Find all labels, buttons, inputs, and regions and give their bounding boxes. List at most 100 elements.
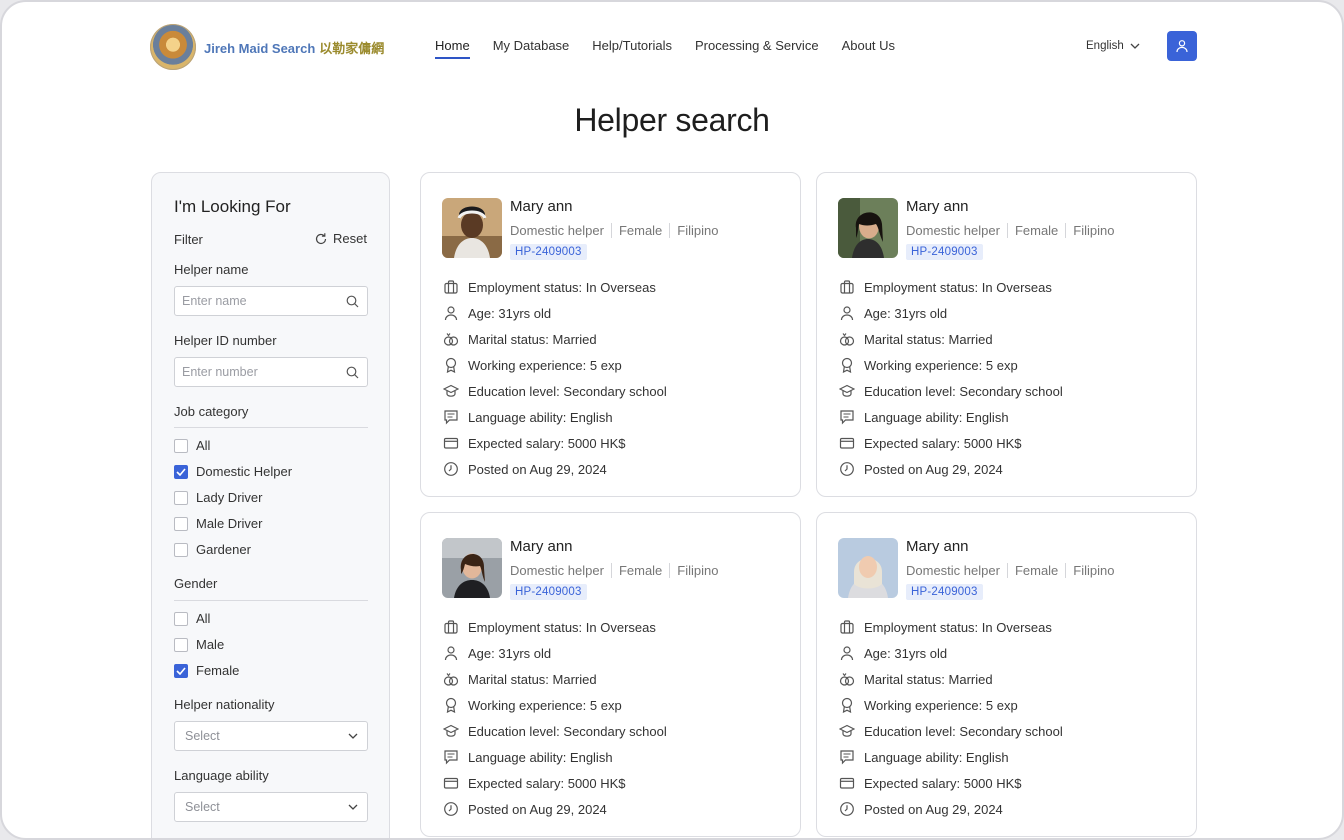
rings-icon	[838, 670, 856, 688]
language-ability-label: Language ability	[174, 768, 269, 783]
detail-text: Age: 31yrs old	[864, 645, 948, 661]
detail-text: Marital status: Married	[864, 331, 993, 347]
helper-name[interactable]: Mary ann	[510, 538, 573, 555]
detail-row: Language ability: English	[442, 744, 667, 770]
checkbox-checked[interactable]	[174, 663, 188, 678]
person-icon	[838, 644, 856, 662]
detail-text: Marital status: Married	[864, 671, 993, 687]
helper-meta: Domestic helper Female Filipino	[510, 563, 725, 578]
gender-all[interactable]: All	[174, 611, 210, 626]
checkbox[interactable]	[174, 516, 188, 531]
detail-text: Language ability: English	[864, 749, 1009, 765]
checkbox-label: Gardener	[196, 542, 251, 557]
nav-my-database[interactable]: My Database	[493, 38, 570, 59]
helper-name[interactable]: Mary ann	[906, 538, 969, 555]
detail-text: Working experience: 5 exp	[864, 357, 1018, 373]
award-icon	[838, 696, 856, 714]
nav-processing-service[interactable]: Processing & Service	[695, 38, 819, 59]
detail-row: Employment status: In Overseas	[838, 274, 1063, 300]
detail-row: Education level: Secondary school	[838, 718, 1063, 744]
detail-text: Marital status: Married	[468, 331, 597, 347]
nav-help-tutorials[interactable]: Help/Tutorials	[592, 38, 672, 59]
wallet-icon	[838, 774, 856, 792]
job-category-male-driver[interactable]: Male Driver	[174, 516, 262, 531]
checkbox-checked[interactable]	[174, 464, 188, 479]
wallet-icon	[442, 434, 460, 452]
helper-gender: Female	[610, 563, 669, 578]
detail-row: Language ability: English	[838, 404, 1063, 430]
nationality-select[interactable]: Select	[174, 721, 368, 751]
checkbox-label: All	[196, 611, 211, 626]
detail-row: Employment status: In Overseas	[442, 614, 667, 640]
detail-row: Expected salary: 5000 HK$	[442, 430, 667, 456]
helper-name-input[interactable]	[175, 287, 335, 315]
job-category-label: Job category	[174, 404, 249, 419]
detail-row: Employment status: In Overseas	[442, 274, 667, 300]
rings-icon	[838, 330, 856, 348]
reset-label: Reset	[333, 231, 367, 246]
nav-about-us[interactable]: About Us	[842, 38, 895, 59]
detail-text: Expected salary: 5000 HK$	[468, 775, 626, 791]
helper-id-field[interactable]	[174, 357, 368, 387]
helper-name[interactable]: Mary ann	[906, 198, 969, 215]
detail-row: Marital status: Married	[838, 326, 1063, 352]
language-label: English	[1086, 40, 1124, 52]
browser-frame: Jireh Maid Search 以勒家傭網 Home My Database …	[0, 0, 1344, 840]
helper-card[interactable]: Mary ann Domestic helper Female Filipino HP-…	[420, 512, 801, 837]
detail-row: Age: 31yrs old	[838, 640, 1063, 666]
gender-female[interactable]: Female	[174, 663, 239, 678]
job-category-all[interactable]: All	[174, 438, 210, 453]
helper-card[interactable]: Mary ann Domestic helper Female Filipino HP-…	[816, 512, 1197, 837]
checkbox[interactable]	[174, 438, 188, 453]
language-ability-select[interactable]: Select	[174, 792, 368, 822]
detail-text: Language ability: English	[864, 409, 1009, 425]
detail-row: Expected salary: 5000 HK$	[838, 430, 1063, 456]
refresh-icon	[315, 232, 327, 244]
detail-row: Age: 31yrs old	[838, 300, 1063, 326]
clock-icon	[838, 460, 856, 478]
chevron-down-icon	[348, 804, 358, 810]
chevron-down-icon	[348, 733, 358, 739]
helper-name-field[interactable]	[174, 286, 368, 316]
checkbox[interactable]	[174, 542, 188, 557]
detail-text: Age: 31yrs old	[468, 645, 552, 661]
job-category-lady-driver[interactable]: Lady Driver	[174, 490, 262, 505]
helper-id-badge: HP-2409003	[906, 584, 983, 600]
detail-text: Age: 31yrs old	[864, 305, 948, 321]
award-icon	[838, 356, 856, 374]
language-selector[interactable]: English	[1086, 40, 1140, 52]
checkbox[interactable]	[174, 637, 188, 652]
nav-home[interactable]: Home	[435, 38, 470, 59]
job-category-domestic-helper[interactable]: Domestic Helper	[174, 464, 292, 479]
helper-card[interactable]: Mary ann Domestic helper Female Filipino HP-…	[420, 172, 801, 497]
helper-role: Domestic helper	[906, 563, 1000, 578]
filter-label: Filter	[174, 232, 203, 247]
helper-avatar[interactable]	[442, 538, 502, 598]
filter-sidebar: I'm Looking For Filter Reset Helper name…	[151, 172, 390, 838]
helper-details: Employment status: In Overseas Age: 31yrs…	[838, 274, 1063, 482]
helper-role: Domestic helper	[510, 563, 604, 578]
helper-avatar[interactable]	[442, 198, 502, 258]
detail-text: Education level: Secondary school	[468, 383, 667, 399]
helper-meta: Domestic helper Female Filipino	[510, 223, 725, 238]
checkbox[interactable]	[174, 490, 188, 505]
reset-button[interactable]: Reset	[314, 231, 367, 246]
helper-avatar[interactable]	[838, 538, 898, 598]
site-logo[interactable]: Jireh Maid Search 以勒家傭網	[150, 24, 384, 70]
helper-id-badge: HP-2409003	[510, 244, 587, 260]
helper-card[interactable]: Mary ann Domestic helper Female Filipino HP-…	[816, 172, 1197, 497]
user-account-button[interactable]	[1167, 31, 1197, 61]
job-category-gardener[interactable]: Gardener	[174, 542, 251, 557]
helper-id-badge: HP-2409003	[906, 244, 983, 260]
gender-male[interactable]: Male	[174, 637, 224, 652]
helper-id-input[interactable]	[175, 358, 335, 386]
helper-gender: Female	[1006, 563, 1065, 578]
detail-text: Expected salary: 5000 HK$	[864, 775, 1022, 791]
detail-row: Posted on Aug 29, 2024	[838, 456, 1063, 482]
helper-avatar[interactable]	[838, 198, 898, 258]
helper-name[interactable]: Mary ann	[510, 198, 573, 215]
clock-icon	[838, 800, 856, 818]
page-title: Helper search	[574, 102, 770, 138]
checkbox[interactable]	[174, 611, 188, 626]
helper-gender: Female	[1006, 223, 1065, 238]
